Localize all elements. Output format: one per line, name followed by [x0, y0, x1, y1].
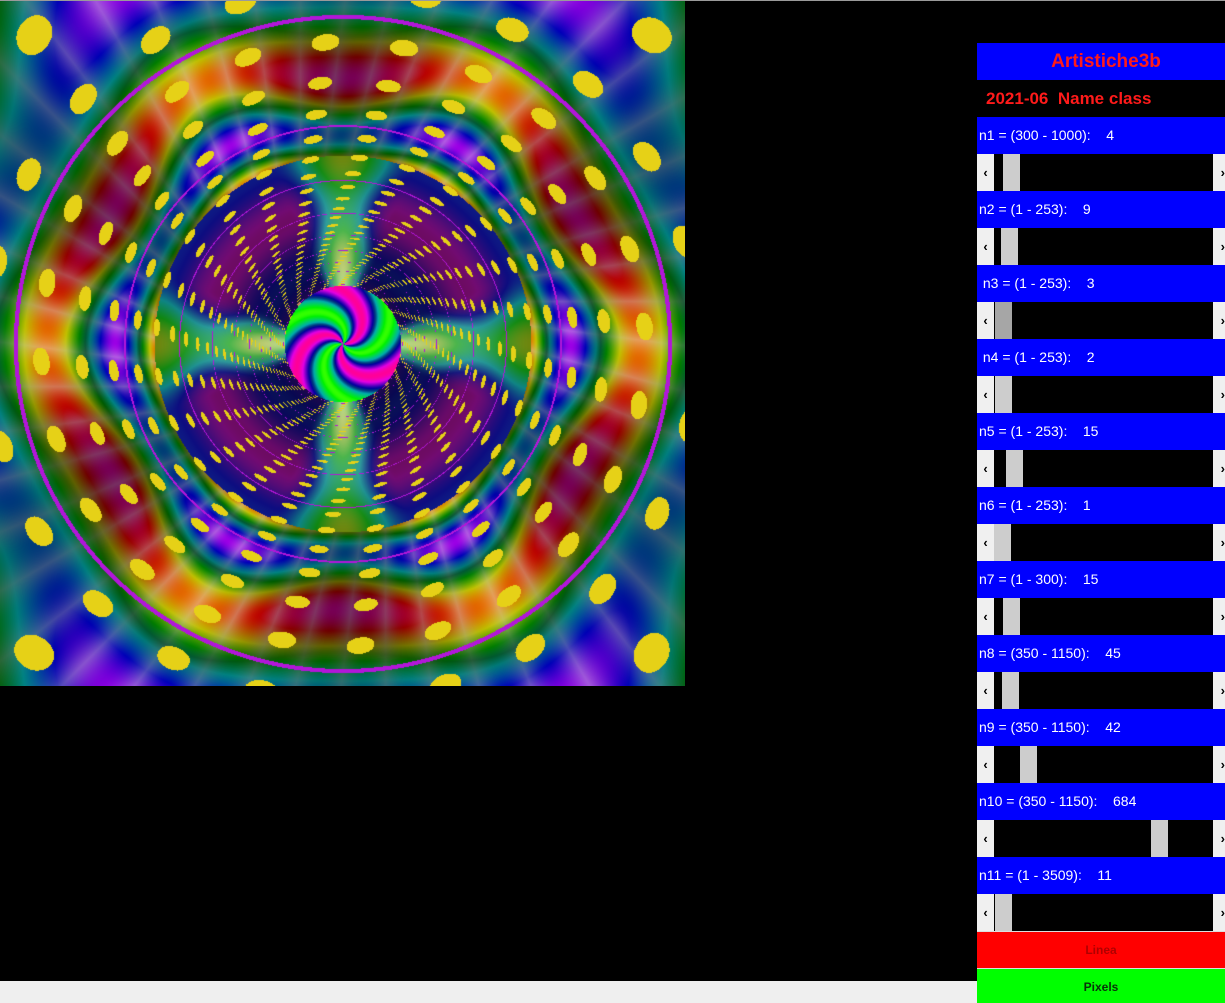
param-label-n2: n2 = (1 - 253): 9: [977, 191, 1225, 228]
scrollbar-n8[interactable]: ‹ ›: [977, 672, 1225, 709]
param-label-n8: n8 = (350 - 1150): 45: [977, 635, 1225, 672]
scroll-left-arrow-icon[interactable]: ‹: [977, 376, 994, 413]
scrollbar-track[interactable]: [994, 302, 1213, 339]
app-window: Artistiche3b 2021-06 Name class n1 = (30…: [0, 0, 1225, 1003]
param-label-n4: n4 = (1 - 253): 2: [977, 339, 1225, 376]
app-title: Artistiche3b: [977, 43, 1225, 80]
control-panel: Artistiche3b 2021-06 Name class n1 = (30…: [977, 43, 1225, 1003]
scrollbar-track[interactable]: [994, 598, 1213, 635]
scroll-left-arrow-icon[interactable]: ‹: [977, 598, 994, 635]
scrollbar-thumb[interactable]: [1002, 672, 1019, 709]
scrollbar-track[interactable]: [994, 894, 1213, 931]
param-label-n9: n9 = (350 - 1150): 42: [977, 709, 1225, 746]
scrollbar-track[interactable]: [994, 450, 1213, 487]
scrollbar-thumb[interactable]: [1001, 228, 1018, 265]
scrollbar-n7[interactable]: ‹ ›: [977, 598, 1225, 635]
scroll-right-arrow-icon[interactable]: ›: [1213, 302, 1225, 339]
scrollbar-n3[interactable]: ‹ ›: [977, 302, 1225, 339]
scroll-left-arrow-icon[interactable]: ‹: [977, 894, 994, 931]
param-label-n10: n10 = (350 - 1150): 684: [977, 783, 1225, 820]
app-subtitle: 2021-06 Name class: [986, 89, 1152, 108]
scrollbar-thumb[interactable]: [994, 524, 1011, 561]
scrollbar-n9[interactable]: ‹ ›: [977, 746, 1225, 783]
scrollbar-track[interactable]: [994, 376, 1213, 413]
scroll-left-arrow-icon[interactable]: ‹: [977, 450, 994, 487]
param-label-n1: n1 = (300 - 1000): 4: [977, 117, 1225, 154]
scroll-left-arrow-icon[interactable]: ‹: [977, 746, 994, 783]
scroll-right-arrow-icon[interactable]: ›: [1213, 672, 1225, 709]
param-label-n11: n11 = (1 - 3509): 11: [977, 857, 1225, 894]
status-strip: [0, 981, 977, 1003]
scroll-left-arrow-icon[interactable]: ‹: [977, 302, 994, 339]
scrollbar-thumb[interactable]: [1003, 598, 1020, 635]
scroll-right-arrow-icon[interactable]: ›: [1213, 894, 1225, 931]
scroll-left-arrow-icon[interactable]: ‹: [977, 524, 994, 561]
pixels-button[interactable]: Pixels: [977, 968, 1225, 1003]
linea-button[interactable]: Linea: [977, 931, 1225, 968]
scrollbar-track[interactable]: [994, 746, 1213, 783]
scroll-left-arrow-icon[interactable]: ‹: [977, 154, 994, 191]
scrollbar-n11[interactable]: ‹ ›: [977, 894, 1225, 931]
parameter-list: n1 = (300 - 1000): 4 ‹ › n2 = (1 - 253): 9 ‹…: [977, 117, 1225, 931]
scrollbar-track[interactable]: [994, 154, 1213, 191]
scrollbar-n10[interactable]: ‹ ›: [977, 820, 1225, 857]
scrollbar-thumb[interactable]: [1003, 154, 1020, 191]
scrollbar-track[interactable]: [994, 820, 1213, 857]
fractal-canvas[interactable]: [0, 1, 685, 686]
scrollbar-thumb[interactable]: [1151, 820, 1168, 857]
param-label-n5: n5 = (1 - 253): 15: [977, 413, 1225, 450]
scroll-right-arrow-icon[interactable]: ›: [1213, 228, 1225, 265]
scroll-left-arrow-icon[interactable]: ‹: [977, 820, 994, 857]
scrollbar-track[interactable]: [994, 524, 1213, 561]
scrollbar-thumb[interactable]: [995, 376, 1012, 413]
scroll-right-arrow-icon[interactable]: ›: [1213, 598, 1225, 635]
scroll-left-arrow-icon[interactable]: ‹: [977, 672, 994, 709]
scrollbar-n2[interactable]: ‹ ›: [977, 228, 1225, 265]
scroll-right-arrow-icon[interactable]: ›: [1213, 154, 1225, 191]
scrollbar-thumb[interactable]: [995, 302, 1012, 339]
scrollbar-thumb[interactable]: [995, 894, 1012, 931]
scrollbar-n1[interactable]: ‹ ›: [977, 154, 1225, 191]
scroll-right-arrow-icon[interactable]: ›: [1213, 450, 1225, 487]
scrollbar-thumb[interactable]: [1006, 450, 1023, 487]
scrollbar-thumb[interactable]: [1020, 746, 1037, 783]
scrollbar-track[interactable]: [994, 672, 1213, 709]
scrollbar-n6[interactable]: ‹ ›: [977, 524, 1225, 561]
fractal-canvas-area: [0, 1, 685, 686]
scrollbar-track[interactable]: [994, 228, 1213, 265]
param-label-n7: n7 = (1 - 300): 15: [977, 561, 1225, 598]
param-label-n6: n6 = (1 - 253): 1: [977, 487, 1225, 524]
scrollbar-n5[interactable]: ‹ ›: [977, 450, 1225, 487]
scrollbar-n4[interactable]: ‹ ›: [977, 376, 1225, 413]
scroll-right-arrow-icon[interactable]: ›: [1213, 746, 1225, 783]
scroll-right-arrow-icon[interactable]: ›: [1213, 524, 1225, 561]
scroll-left-arrow-icon[interactable]: ‹: [977, 228, 994, 265]
scroll-right-arrow-icon[interactable]: ›: [1213, 376, 1225, 413]
scroll-right-arrow-icon[interactable]: ›: [1213, 820, 1225, 857]
param-label-n3: n3 = (1 - 253): 3: [977, 265, 1225, 302]
